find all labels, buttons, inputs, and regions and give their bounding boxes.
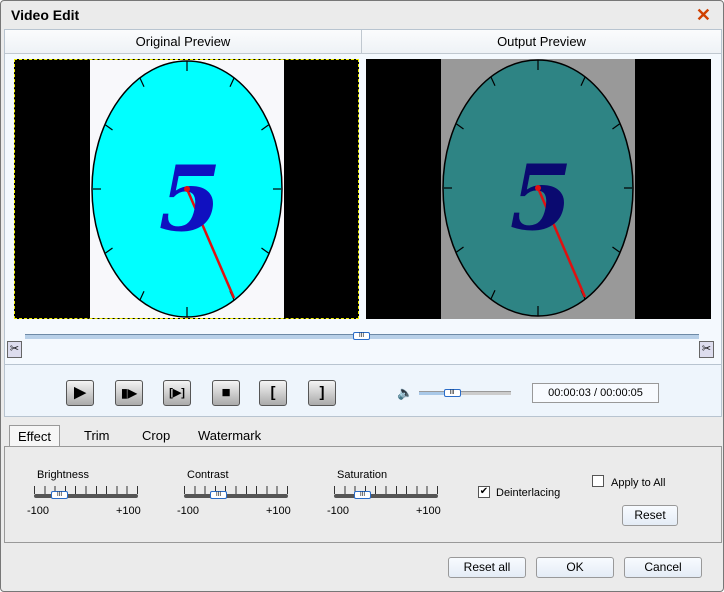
cancel-button[interactable]: Cancel bbox=[624, 557, 702, 578]
play-selection-button[interactable]: [▶] bbox=[163, 380, 191, 406]
dialog-title: Video Edit bbox=[11, 7, 80, 23]
slider-thumb[interactable]: III bbox=[354, 491, 371, 499]
deinterlacing-label: Deinterlacing bbox=[496, 487, 561, 499]
slider-ticks bbox=[34, 486, 138, 494]
ok-button[interactable]: OK bbox=[536, 557, 614, 578]
play-button[interactable]: ▶ bbox=[66, 380, 94, 406]
original-preview-header: Original Preview bbox=[5, 30, 362, 54]
slider-ticks bbox=[334, 486, 438, 494]
time-display: 00:00:03 / 00:00:05 bbox=[532, 383, 659, 403]
volume-icon[interactable]: 🔈 bbox=[397, 385, 413, 401]
slider-thumb[interactable]: III bbox=[210, 491, 227, 499]
trim-start-scissors-icon[interactable]: ✂ bbox=[7, 341, 22, 358]
mark-in-button[interactable]: [ bbox=[259, 380, 287, 406]
close-icon[interactable]: ✕ bbox=[696, 6, 711, 24]
slider-max-label: +100 bbox=[416, 505, 441, 517]
stop-icon: ■ bbox=[221, 384, 231, 401]
reset-button[interactable]: Reset bbox=[622, 505, 678, 526]
tab-trim[interactable]: Trim bbox=[76, 425, 118, 448]
play-icon: ▶ bbox=[74, 384, 86, 401]
stop-button[interactable]: ■ bbox=[212, 380, 240, 406]
saturation-slider[interactable]: III bbox=[334, 486, 438, 500]
next-frame-icon: ▮▶ bbox=[121, 386, 137, 400]
play-selection-icon: [▶] bbox=[169, 387, 185, 399]
deinterlacing-checkbox[interactable]: ✔ bbox=[478, 486, 490, 498]
brightness-label: Brightness bbox=[37, 469, 89, 481]
seek-thumb[interactable]: III bbox=[353, 332, 370, 340]
playback-controls: ▶ ▮▶ [▶] ■ [ ] 🔈 III 00:00:03 / 00:00:05 bbox=[4, 365, 722, 417]
slider-track bbox=[184, 494, 288, 498]
slider-max-label: +100 bbox=[116, 505, 141, 517]
countdown-digit: 5 bbox=[510, 145, 573, 251]
seek-bar[interactable]: III bbox=[25, 332, 699, 340]
saturation-label: Saturation bbox=[337, 469, 388, 481]
clock-frame: 5 bbox=[90, 60, 284, 318]
trim-end-scissors-icon[interactable]: ✂ bbox=[699, 341, 714, 358]
contrast-label: Contrast bbox=[187, 469, 229, 481]
output-preview-header: Output Preview bbox=[362, 30, 721, 54]
volume-thumb[interactable]: III bbox=[443, 389, 461, 397]
brightness-slider[interactable]: III bbox=[34, 486, 138, 500]
volume-slider[interactable]: III bbox=[419, 389, 511, 397]
tab-crop[interactable]: Crop bbox=[134, 425, 178, 448]
effect-panel: Brightness III -100 +100 Contrast III -10… bbox=[4, 446, 722, 543]
mark-out-icon: ] bbox=[319, 384, 325, 401]
reset-all-button[interactable]: Reset all bbox=[448, 557, 526, 578]
original-video[interactable]: 5 bbox=[14, 59, 359, 319]
apply-to-all-label: Apply to All bbox=[611, 477, 666, 489]
slider-thumb[interactable]: III bbox=[51, 491, 68, 499]
video-edit-dialog: Video Edit ✕ Original Preview Output Pre… bbox=[0, 0, 724, 592]
clock-frame: 5 bbox=[441, 59, 635, 319]
mark-in-icon: [ bbox=[270, 384, 276, 401]
slider-min-label: -100 bbox=[177, 505, 200, 517]
contrast-slider[interactable]: III bbox=[184, 486, 288, 500]
slider-min-label: -100 bbox=[327, 505, 350, 517]
tab-watermark[interactable]: Watermark bbox=[190, 425, 269, 448]
countdown-digit: 5 bbox=[159, 146, 222, 252]
mark-out-button[interactable]: ] bbox=[308, 380, 336, 406]
slider-max-label: +100 bbox=[266, 505, 291, 517]
slider-min-label: -100 bbox=[27, 505, 50, 517]
next-frame-button[interactable]: ▮▶ bbox=[115, 380, 143, 406]
preview-area: Original Preview Output Preview 5 5 III … bbox=[4, 29, 722, 365]
tab-bar: Effect Trim Crop Watermark bbox=[4, 419, 722, 448]
tab-effect[interactable]: Effect bbox=[9, 425, 61, 448]
slider-track bbox=[34, 494, 138, 498]
apply-to-all-checkbox[interactable] bbox=[592, 475, 604, 487]
slider-ticks bbox=[184, 486, 288, 494]
output-video: 5 bbox=[366, 59, 711, 319]
slider-track bbox=[334, 494, 438, 498]
